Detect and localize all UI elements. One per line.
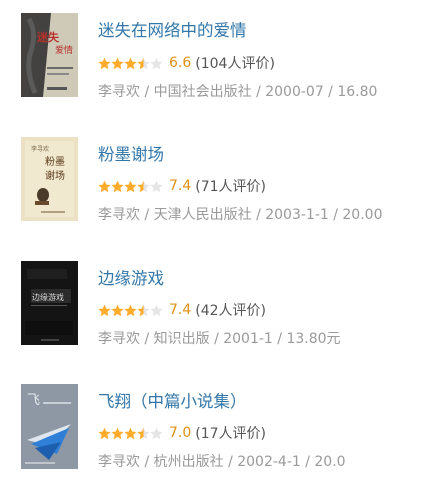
star-icon xyxy=(111,304,124,316)
svg-text:飞: 飞 xyxy=(27,393,40,408)
rating-line: 7.0 (17人评价) xyxy=(98,423,266,443)
book-cover-image[interactable]: 李寻欢 粉 墨 谢 场 xyxy=(21,137,78,221)
star-icon xyxy=(98,180,111,192)
book-title-link[interactable]: 粉墨谢场 xyxy=(98,141,164,165)
star-icon xyxy=(150,57,163,69)
rating-stars xyxy=(98,180,163,193)
star-icon xyxy=(98,304,111,316)
star-icon xyxy=(111,427,124,439)
rating-score: 7.4 xyxy=(169,302,192,318)
book-title-link[interactable]: 迷失在网络中的爱情 xyxy=(98,17,247,41)
star-icon xyxy=(98,57,111,69)
book-meta: 李寻欢 / 杭州出版社 / 2002-4-1 / 20.0 xyxy=(98,454,346,470)
star-icon xyxy=(137,57,150,69)
rating-line: 7.4 (71人评价) xyxy=(98,176,266,196)
star-icon xyxy=(150,304,163,316)
star-icon xyxy=(150,427,163,439)
svg-text:迷失: 迷失 xyxy=(36,30,60,44)
rating-line: 6.6 (104人评价) xyxy=(98,53,275,73)
book-cover-image[interactable]: 边缘游戏 xyxy=(21,261,78,345)
rating-score: 7.4 xyxy=(169,178,192,194)
book-meta: 李寻欢 / 知识出版 / 2001-1 / 13.80元 xyxy=(98,331,341,347)
rating-stars xyxy=(98,427,163,440)
star-icon xyxy=(124,427,137,439)
svg-text:墨: 墨 xyxy=(55,156,65,168)
star-icon xyxy=(137,304,150,316)
star-icon xyxy=(98,427,111,439)
star-icon xyxy=(124,180,137,192)
rating-count[interactable]: (42人评价) xyxy=(195,300,266,320)
star-icon xyxy=(111,180,124,192)
svg-text:场: 场 xyxy=(55,169,65,182)
book-item: 李寻欢 粉 墨 谢 场 粉墨谢场 7.4 (71人评价) 李寻欢 / 天津人民出… xyxy=(0,124,428,234)
star-icon xyxy=(124,57,137,69)
book-title-link[interactable]: 边缘游戏 xyxy=(98,265,164,289)
rating-score: 6.6 xyxy=(169,55,192,71)
star-icon xyxy=(137,180,150,192)
star-icon xyxy=(111,57,124,69)
svg-text:李寻欢: 李寻欢 xyxy=(31,145,49,153)
book-item: 迷失 爱情 迷失在网络中的爱情 6.6 (104人评价) 李寻欢 / 中国社会出… xyxy=(0,0,428,110)
book-item: 边缘游戏 边缘游戏 7.4 (42人评价) 李寻欢 / 知识出版 / 2001-… xyxy=(0,249,428,359)
rating-count[interactable]: (71人评价) xyxy=(195,176,266,196)
rating-count[interactable]: (104人评价) xyxy=(195,53,275,73)
book-cover-image[interactable]: 飞 xyxy=(21,384,78,469)
rating-line: 7.4 (42人评价) xyxy=(98,300,266,320)
svg-text:谢: 谢 xyxy=(45,169,55,182)
svg-text:边缘游戏: 边缘游戏 xyxy=(32,292,64,302)
rating-count[interactable]: (17人评价) xyxy=(195,423,266,443)
book-meta: 李寻欢 / 中国社会出版社 / 2000-07 / 16.80 xyxy=(98,84,378,100)
rating-stars xyxy=(98,57,163,70)
book-meta: 李寻欢 / 天津人民出版社 / 2003-1-1 / 20.00 xyxy=(98,207,383,223)
book-item: 飞 飞翔（中篇小说集） 7.0 (17人评价) 李寻欢 / 杭州出版社 / 20… xyxy=(0,372,428,482)
star-icon xyxy=(137,427,150,439)
star-icon xyxy=(150,180,163,192)
star-icon xyxy=(124,304,137,316)
book-title-link[interactable]: 飞翔（中篇小说集） xyxy=(98,388,247,412)
svg-text:爱情: 爱情 xyxy=(55,44,73,56)
rating-stars xyxy=(98,304,163,317)
svg-text:粉: 粉 xyxy=(45,155,55,168)
rating-score: 7.0 xyxy=(169,425,192,441)
book-cover-image[interactable]: 迷失 爱情 xyxy=(21,13,78,97)
